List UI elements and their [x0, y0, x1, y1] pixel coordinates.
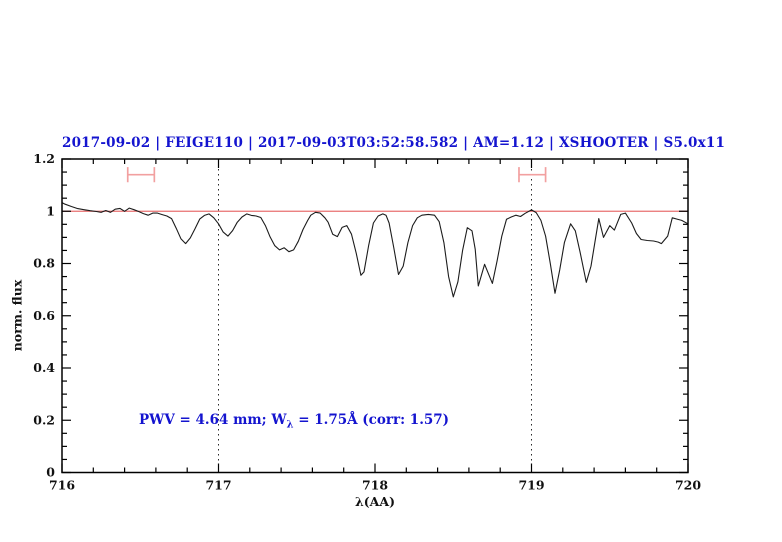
y-tick-label: 0.8 [33, 256, 55, 271]
spectrum-line [62, 203, 688, 297]
x-tick-labels: 716 717 718 719 720 [49, 478, 701, 493]
x-tick-label: 720 [675, 478, 701, 493]
pwv-annotation-subscript: λ [287, 420, 294, 431]
x-tick-label: 718 [362, 478, 388, 493]
y-axis-label: norm. flux [10, 256, 25, 376]
x-axis-label: λ(AA) [62, 494, 688, 509]
y-tick-label: 0.2 [33, 412, 55, 427]
x-tick-label: 716 [49, 478, 75, 493]
plot-title: 2017-09-02 | FEIGE110 | 2017-09-03T03:52… [62, 135, 688, 151]
y-tick-label: 0.6 [33, 308, 55, 323]
y-tick-label: 1 [46, 203, 55, 218]
continuum-range-markers [128, 167, 546, 182]
x-tick-label: 717 [205, 478, 231, 493]
plot-canvas: 716 717 718 719 720 0 0.2 0.4 0.6 0.8 1 1.2 [0, 0, 782, 542]
y-tick-labels: 0 0.2 0.4 0.6 0.8 1 1.2 [33, 151, 55, 480]
y-tick-label: 0 [46, 465, 55, 480]
y-tick-label: 0.4 [33, 360, 55, 375]
pwv-annotation-suffix: = 1.75Å (corr: 1.57) [294, 412, 450, 428]
pwv-annotation: PWV = 4.64 mm; Wλ = 1.75Å (corr: 1.57) [139, 412, 449, 431]
y-tick-label: 1.2 [33, 151, 55, 166]
spectrum-figure: 716 717 718 719 720 0 0.2 0.4 0.6 0.8 1 1.2 2017-09… [0, 0, 782, 542]
pwv-annotation-prefix: PWV = 4.64 mm; W [139, 412, 287, 428]
x-tick-label: 719 [518, 478, 544, 493]
